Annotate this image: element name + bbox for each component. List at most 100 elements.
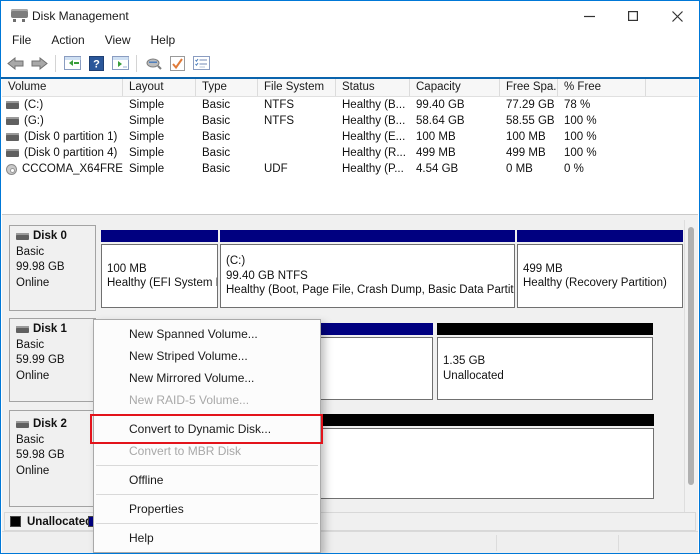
minimize-button[interactable] [567, 1, 611, 31]
maximize-icon [628, 11, 638, 21]
disk-size: 59.98 GB [16, 448, 95, 464]
window-title: Disk Management [32, 9, 129, 23]
disk2-label-panel[interactable]: Disk 2 Basic 59.98 GB Online [9, 410, 96, 507]
volume-status: Healthy (B... [336, 115, 410, 127]
column-header-volume[interactable]: Volume [2, 79, 123, 96]
drive-icon [6, 117, 19, 125]
volume-layout: Simple [123, 115, 196, 127]
menu-separator [96, 494, 318, 495]
column-header-file-system[interactable]: File System [258, 79, 336, 96]
partition-size: 99.40 GB NTFS [226, 269, 514, 284]
show-console-tree-button[interactable] [60, 52, 84, 74]
drive-icon [6, 133, 19, 141]
volume-row-c[interactable]: (C:) Simple Basic NTFS Healthy (B... 99.… [2, 97, 698, 113]
disk0-partition-c[interactable]: (C:) 99.40 GB NTFS Healthy (Boot, Page F… [220, 230, 515, 308]
menu-help[interactable]: Help [141, 31, 186, 50]
menu-item-new-mirrored-volume[interactable]: New Mirrored Volume... [94, 367, 320, 389]
partition-color-bar [101, 230, 218, 242]
column-header-type[interactable]: Type [196, 79, 258, 96]
checklist-button[interactable] [165, 52, 189, 74]
menu-item-offline[interactable]: Offline [94, 469, 320, 491]
properties-list-icon [193, 56, 210, 70]
show-action-pane-button[interactable] [108, 52, 132, 74]
column-header-layout[interactable]: Layout [123, 79, 196, 96]
volume-row-cccoma[interactable]: CCCOMA_X64FRE... Simple Basic UDF Health… [2, 161, 698, 177]
minimize-icon [584, 11, 595, 22]
scrollbar-thumb[interactable] [688, 227, 694, 485]
disk-name: Disk 2 [33, 417, 67, 433]
partition-size: 1.35 GB [443, 354, 652, 369]
menu-action[interactable]: Action [41, 31, 94, 50]
volume-free: 58.55 GB [500, 115, 558, 127]
svg-text:?: ? [93, 58, 100, 70]
disk0-partition-recovery[interactable]: 499 MB Healthy (Recovery Partition) [517, 230, 683, 308]
disk-status: Online [16, 276, 95, 292]
maximize-button[interactable] [611, 1, 655, 31]
volume-status: Healthy (P... [336, 163, 410, 175]
properties-button[interactable] [189, 52, 213, 74]
column-header-capacity[interactable]: Capacity [410, 79, 500, 96]
column-header-free-space[interactable]: Free Spa... [500, 79, 558, 96]
volume-type: Basic [196, 115, 258, 127]
vertical-scrollbar[interactable] [684, 220, 697, 512]
volume-free: 100 MB [500, 131, 558, 143]
menu-item-new-raid5-volume: New RAID-5 Volume... [94, 389, 320, 411]
menu-item-new-spanned-volume[interactable]: New Spanned Volume... [94, 323, 320, 345]
disk-size: 59.99 GB [16, 353, 95, 369]
volume-free: 77.29 GB [500, 99, 558, 111]
partition-color-bar [220, 230, 515, 242]
check-document-icon [170, 56, 185, 71]
popup-window-button[interactable] [141, 52, 165, 74]
disk-management-app-icon [11, 9, 28, 22]
disk1-label-panel[interactable]: Disk 1 Basic 59.99 GB Online [9, 318, 96, 402]
menu-item-help[interactable]: Help [94, 527, 320, 549]
close-button[interactable] [655, 1, 699, 31]
volume-row-disk0-part1[interactable]: (Disk 0 partition 1) Simple Basic Health… [2, 129, 698, 145]
back-arrow-icon [7, 57, 24, 70]
partition-status: Healthy (Recovery Partition) [523, 276, 682, 291]
disk-kind: Basic [16, 338, 95, 354]
volume-table-header: Volume Layout Type File System Status Ca… [2, 79, 698, 97]
unallocated-label: Unallocated [27, 516, 92, 528]
volume-type: Basic [196, 147, 258, 159]
menu-view[interactable]: View [95, 31, 141, 50]
help-icon: ? [89, 56, 104, 71]
volume-row-disk0-part4[interactable]: (Disk 0 partition 4) Simple Basic Health… [2, 145, 698, 161]
volume-fs: NTFS [258, 99, 336, 111]
menu-file[interactable]: File [3, 31, 41, 50]
disk0-label-panel[interactable]: Disk 0 Basic 99.98 GB Online [9, 225, 96, 311]
disk-icon [16, 326, 29, 333]
menu-item-convert-to-dynamic-disk[interactable]: Convert to Dynamic Disk... [94, 418, 320, 440]
column-header-pct-free[interactable]: % Free [558, 79, 646, 96]
forward-arrow-icon [31, 57, 48, 70]
back-button[interactable] [3, 52, 27, 74]
volume-capacity: 99.40 GB [410, 99, 500, 111]
forward-button[interactable] [27, 52, 51, 74]
unallocated-swatch [10, 516, 21, 527]
volume-row-g[interactable]: (G:) Simple Basic NTFS Healthy (B... 58.… [2, 113, 698, 129]
drive-icon [6, 101, 19, 109]
menu-bar: File Action View Help [3, 31, 697, 50]
menu-separator [96, 465, 318, 466]
partition-letter: (C:) [226, 254, 514, 269]
volume-capacity: 4.54 GB [410, 163, 500, 175]
disk-management-window: Disk Management File Action View Help [0, 0, 700, 554]
disk-size: 99.98 GB [16, 260, 95, 276]
help-button[interactable]: ? [84, 52, 108, 74]
menu-item-new-striped-volume[interactable]: New Striped Volume... [94, 345, 320, 367]
toolbar: ? [3, 50, 697, 76]
partition-color-bar [437, 323, 653, 335]
disk0-partition-efi[interactable]: 100 MB Healthy (EFI System P [101, 230, 218, 308]
console-tree-icon [64, 56, 81, 70]
disk-name: Disk 0 [33, 229, 67, 245]
partition-status: Healthy (Boot, Page File, Crash Dump, Ba… [226, 283, 514, 298]
volume-name: (Disk 0 partition 4) [24, 147, 117, 159]
column-header-status[interactable]: Status [336, 79, 410, 96]
menu-separator [96, 523, 318, 524]
disk-kind: Basic [16, 433, 95, 449]
volume-status: Healthy (B... [336, 99, 410, 111]
menu-item-properties[interactable]: Properties [94, 498, 320, 520]
volume-free: 499 MB [500, 147, 558, 159]
disk1-unallocated-region[interactable]: 1.35 GB Unallocated [437, 323, 653, 400]
volume-capacity: 58.64 GB [410, 115, 500, 127]
